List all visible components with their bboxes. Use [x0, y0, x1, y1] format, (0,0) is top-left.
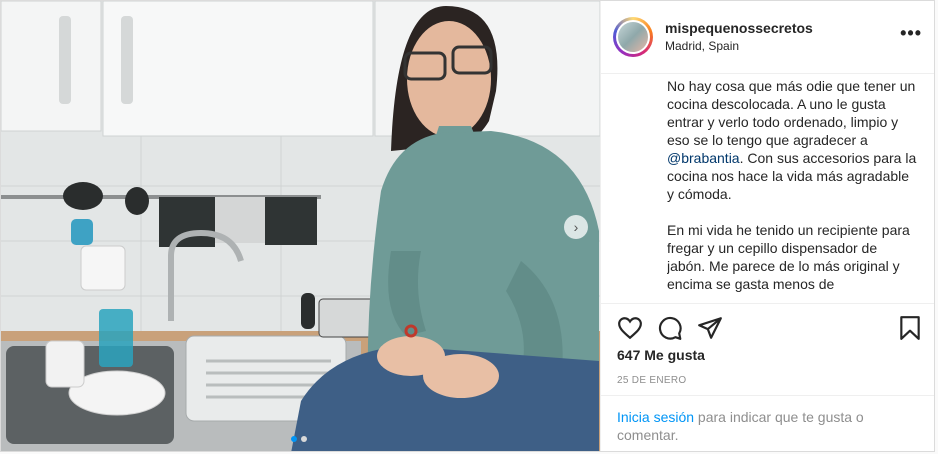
username-link[interactable]: mispequenossecretos: [665, 20, 813, 36]
next-photo-button[interactable]: ›: [564, 215, 588, 239]
avatar[interactable]: [613, 17, 653, 57]
post-caption: No hay cosa que más odie que tener un co…: [667, 77, 917, 303]
bookmark-icon[interactable]: [897, 315, 923, 341]
more-horizontal-icon[interactable]: •••: [900, 23, 922, 44]
mention-link[interactable]: @brabantia: [667, 150, 740, 166]
post-photo[interactable]: ›: [1, 1, 600, 451]
location-link[interactable]: Madrid, Spain: [665, 39, 739, 53]
action-bar: [601, 303, 934, 352]
caption-paragraph: No hay cosa que más odie que tener un co…: [667, 77, 917, 203]
post-date[interactable]: 25 DE ENERO: [617, 375, 686, 386]
carousel-dot-active: [291, 436, 297, 442]
kitchen-photo: [1, 1, 600, 451]
post-sidebar: mispequenossecretos Madrid, Spain ••• No…: [600, 1, 934, 451]
avatar-photo: [618, 22, 648, 52]
carousel-dots: [291, 429, 311, 447]
login-link[interactable]: Inicia sesión: [617, 409, 694, 425]
post-card: › mispequenossecretos Madrid, Spain ••• …: [0, 0, 935, 452]
heart-icon[interactable]: [617, 315, 643, 341]
likes-count[interactable]: 647 Me gusta: [617, 347, 705, 363]
comment-icon[interactable]: [657, 315, 683, 341]
login-prompt: Inicia sesión para indicar que te gusta …: [601, 395, 934, 444]
share-icon[interactable]: [697, 315, 723, 341]
post-header: mispequenossecretos Madrid, Spain •••: [601, 1, 934, 74]
caption-text: No hay cosa que más odie que tener un co…: [667, 78, 916, 148]
caption-paragraph: En mi vida he tenido un recipiente para …: [667, 222, 910, 292]
carousel-dot: [301, 436, 307, 442]
